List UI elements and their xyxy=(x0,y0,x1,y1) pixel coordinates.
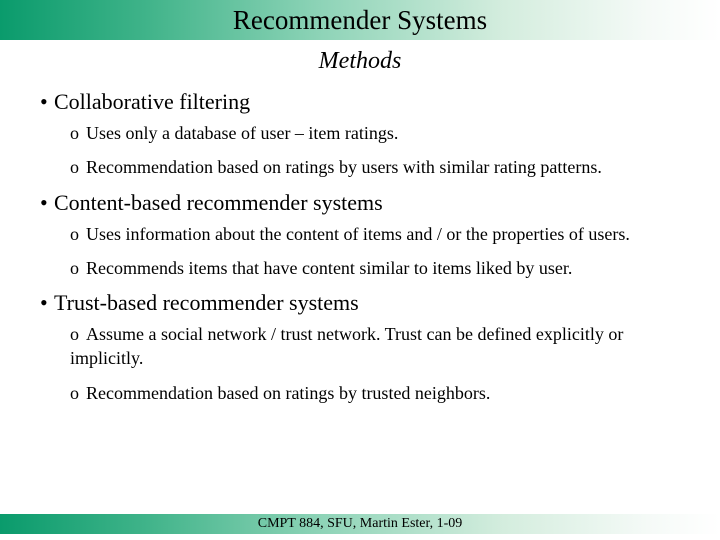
sub-bullet-icon: o xyxy=(70,222,86,246)
sub-item: oAssume a social network / trust network… xyxy=(70,322,696,371)
content-area: •Collaborative filtering oUses only a da… xyxy=(0,89,720,405)
sub-item-text: Uses information about the content of it… xyxy=(86,224,630,244)
bullet-collaborative: •Collaborative filtering xyxy=(40,89,696,115)
slide-title: Recommender Systems xyxy=(233,5,487,36)
bullet-icon: • xyxy=(40,190,54,216)
sub-list: oUses information about the content of i… xyxy=(40,222,696,281)
bullet-heading: Trust-based recommender systems xyxy=(54,290,359,315)
sub-list: oUses only a database of user – item rat… xyxy=(40,121,696,180)
sub-item: oRecommendation based on ratings by user… xyxy=(70,155,696,179)
sub-item: oRecommends items that have content simi… xyxy=(70,256,696,280)
bullet-icon: • xyxy=(40,89,54,115)
bullet-heading: Content-based recommender systems xyxy=(54,190,383,215)
footer-bar: CMPT 884, SFU, Martin Ester, 1-09 xyxy=(0,514,720,534)
sub-item-text: Assume a social network / trust network.… xyxy=(70,324,623,368)
sub-bullet-icon: o xyxy=(70,155,86,179)
sub-bullet-icon: o xyxy=(70,256,86,280)
sub-bullet-icon: o xyxy=(70,381,86,405)
sub-item-text: Recommendation based on ratings by trust… xyxy=(86,383,490,403)
bullet-icon: • xyxy=(40,290,54,316)
sub-item: oRecommendation based on ratings by trus… xyxy=(70,381,696,405)
sub-bullet-icon: o xyxy=(70,121,86,145)
sub-item: oUses information about the content of i… xyxy=(70,222,696,246)
sub-bullet-icon: o xyxy=(70,322,86,346)
sub-item-text: Recommendation based on ratings by users… xyxy=(86,157,602,177)
sub-item-text: Uses only a database of user – item rati… xyxy=(86,123,398,143)
bullet-trust-based: •Trust-based recommender systems xyxy=(40,290,696,316)
slide-subtitle: Methods xyxy=(0,48,720,75)
sub-item: oUses only a database of user – item rat… xyxy=(70,121,696,145)
footer-text: CMPT 884, SFU, Martin Ester, 1-09 xyxy=(258,516,463,532)
bullet-heading: Collaborative filtering xyxy=(54,89,250,114)
sub-item-text: Recommends items that have content simil… xyxy=(86,258,572,278)
sub-list: oAssume a social network / trust network… xyxy=(40,322,696,405)
bullet-content-based: •Content-based recommender systems xyxy=(40,190,696,216)
header-bar: Recommender Systems xyxy=(0,0,720,40)
